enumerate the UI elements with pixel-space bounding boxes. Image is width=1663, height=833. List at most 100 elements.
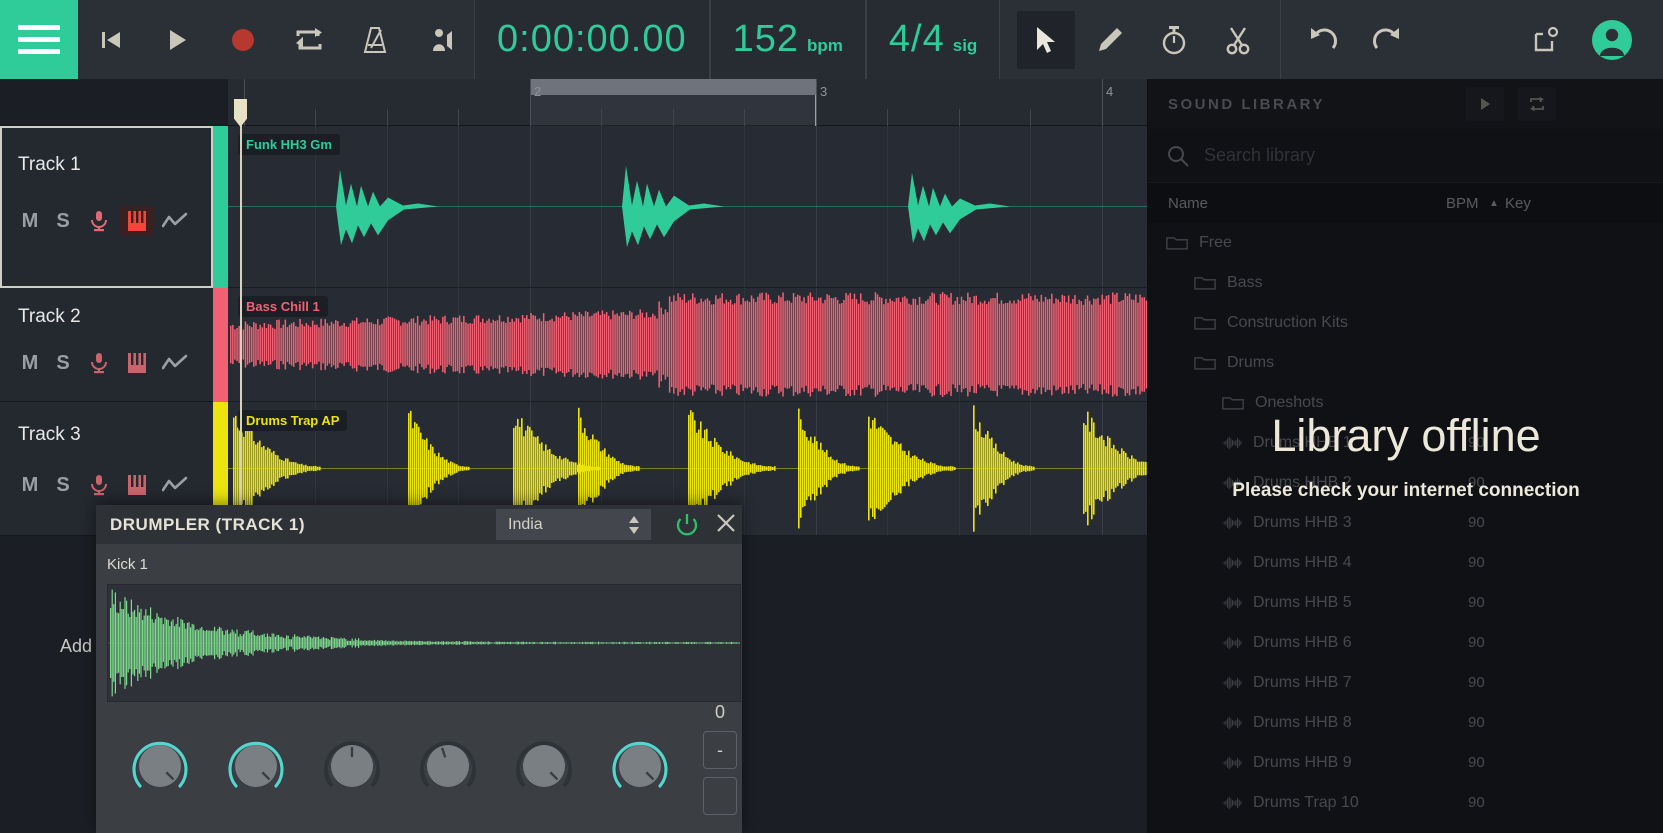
timeline-ruler[interactable]: 2 3 4	[228, 79, 1147, 126]
undo-icon	[1307, 25, 1339, 55]
column-header-key[interactable]: Key	[1505, 195, 1531, 212]
solo-button[interactable]: S	[49, 206, 77, 236]
library-row[interactable]: Construction Kits	[1148, 303, 1663, 343]
library-row[interactable]: Drums HHB 690	[1148, 623, 1663, 663]
waveform-icon	[1222, 435, 1242, 451]
library-row[interactable]: Drums HHB 990	[1148, 743, 1663, 783]
knob-2[interactable]	[219, 729, 293, 803]
automation-button[interactable]	[158, 348, 191, 378]
solo-button[interactable]: S	[49, 348, 77, 378]
library-row[interactable]: Drums HHB 290	[1148, 463, 1663, 503]
library-row[interactable]: Drums Trap 1090	[1148, 783, 1663, 823]
timer-tool-button[interactable]	[1145, 11, 1203, 69]
up-down-arrows-icon	[627, 514, 641, 541]
drumpler-plugin-window[interactable]: DRUMPLER (TRACK 1) India	[96, 505, 742, 833]
knob-cell	[112, 729, 208, 803]
library-row[interactable]: Drums HHB 890	[1148, 703, 1663, 743]
column-header-bpm[interactable]: BPM	[1446, 195, 1479, 212]
play-button[interactable]	[144, 0, 210, 79]
audio-clip[interactable]: Bass Chill 1	[228, 288, 1147, 401]
mic-record-icon	[89, 210, 109, 232]
record-button[interactable]	[210, 0, 276, 79]
undo-button[interactable]	[1294, 11, 1352, 69]
pointer-tool-button[interactable]	[1017, 11, 1075, 69]
record-arm-button[interactable]	[82, 348, 115, 378]
track-lane[interactable]: Funk HH3 Gm	[228, 126, 1147, 288]
library-row[interactable]: Drums HHB 490	[1148, 543, 1663, 583]
pencil-tool-button[interactable]	[1081, 11, 1139, 69]
library-list[interactable]: FreeBassConstruction KitsDrumsOneshotsDr…	[1148, 223, 1663, 833]
knob-5[interactable]	[507, 729, 581, 803]
stepper-increment-button[interactable]	[703, 777, 737, 815]
skip-to-start-button[interactable]	[78, 0, 144, 79]
library-row[interactable]: Drums HHB 390	[1148, 503, 1663, 543]
tempo-display[interactable]: 152 bpm	[710, 0, 866, 79]
sample-waveform-panel[interactable]	[107, 584, 741, 702]
loop-button[interactable]	[276, 0, 342, 79]
track-lane[interactable]: Bass Chill 1	[228, 288, 1147, 402]
mute-button[interactable]: M	[16, 470, 44, 500]
waveform-icon	[1222, 795, 1242, 811]
record-arm-button[interactable]	[82, 470, 115, 500]
record-arm-button[interactable]	[82, 206, 115, 236]
stepper-decrement-button[interactable]: -	[703, 731, 737, 769]
library-row-bpm: 90	[1468, 554, 1485, 571]
account-button[interactable]	[1579, 0, 1645, 79]
knob-6[interactable]	[603, 729, 677, 803]
library-row[interactable]: Oneshots	[1148, 383, 1663, 423]
mute-button[interactable]: M	[16, 206, 44, 236]
beat-tick	[887, 109, 888, 126]
time-signature-display[interactable]: 4/4 sig	[866, 0, 1000, 79]
track-header-2[interactable]: Track 2 M S	[0, 288, 213, 402]
instrument-button[interactable]	[120, 348, 153, 378]
sort-ascending-icon: ▲	[1489, 198, 1499, 209]
clip-label: Drums Trap AP	[238, 410, 347, 431]
library-row[interactable]: Bass	[1148, 263, 1663, 303]
library-row[interactable]: Drums	[1148, 343, 1663, 383]
count-in-button[interactable]	[408, 0, 474, 79]
redo-button[interactable]	[1358, 11, 1416, 69]
cut-tool-button[interactable]	[1209, 11, 1267, 69]
library-row[interactable]: Free	[1148, 223, 1663, 263]
plugin-title-bar[interactable]: DRUMPLER (TRACK 1) India	[96, 505, 742, 544]
library-row[interactable]: Drums HHB 190	[1148, 423, 1663, 463]
library-search-bar[interactable]: Search library	[1148, 129, 1663, 183]
search-input[interactable]: Search library	[1204, 145, 1315, 166]
plugin-close-button[interactable]	[714, 511, 740, 537]
plugin-knob-row	[112, 729, 688, 803]
automation-button[interactable]	[158, 470, 191, 500]
instrument-button[interactable]	[120, 470, 153, 500]
automation-button[interactable]	[158, 206, 191, 236]
instrument-button[interactable]	[120, 206, 153, 236]
column-header-name[interactable]: Name	[1168, 195, 1208, 212]
waveform-icon	[1222, 715, 1242, 731]
track-row: Track 2 M S	[0, 288, 1147, 402]
audio-clip[interactable]: Funk HH3 Gm	[228, 126, 1147, 287]
knob-4[interactable]	[411, 729, 485, 803]
library-row[interactable]: Drums HHB 590	[1148, 583, 1663, 623]
library-row-bpm: 90	[1468, 674, 1485, 691]
library-row-label: Drums HHB 9	[1253, 754, 1352, 772]
loop-icon	[1528, 96, 1546, 112]
library-row[interactable]: Drums HHB 790	[1148, 663, 1663, 703]
share-export-button[interactable]	[1513, 0, 1579, 79]
metronome-button[interactable]	[342, 0, 408, 79]
library-row-label: Drums Trap 10	[1253, 794, 1359, 812]
preset-dropdown[interactable]: India	[496, 509, 651, 540]
solo-button[interactable]: S	[49, 470, 77, 500]
library-row-bpm: 90	[1468, 474, 1485, 491]
track-header-1[interactable]: Track 1 M S	[0, 126, 213, 288]
knob-3[interactable]	[315, 729, 389, 803]
metronome-icon	[359, 24, 391, 56]
plugin-power-button[interactable]	[674, 512, 700, 538]
time-display[interactable]: 0:00:00.00	[474, 0, 710, 79]
library-preview-play-button[interactable]	[1466, 87, 1504, 121]
mute-button[interactable]: M	[16, 348, 44, 378]
hamburger-line	[18, 25, 60, 30]
knob-1[interactable]	[123, 729, 197, 803]
library-row-label: Drums HHB 5	[1253, 594, 1352, 612]
library-loop-button[interactable]	[1518, 87, 1556, 121]
hamburger-menu-icon[interactable]	[0, 0, 78, 79]
sample-waveform	[108, 585, 740, 701]
loop-region-bar[interactable]	[530, 79, 816, 95]
